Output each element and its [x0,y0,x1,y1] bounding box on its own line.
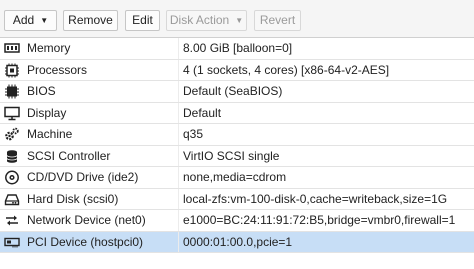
hardware-row-key: Processors [27,62,88,77]
column-divider [178,81,179,102]
revert-button[interactable]: Revert [254,10,301,31]
hardware-row-bios[interactable]: BIOS Default (SeaBIOS) [0,81,474,103]
hardware-row-key: Hard Disk (scsi0) [27,191,119,206]
hardware-row-value: 0000:01:00.0,pcie=1 [183,234,293,249]
pci-card-icon [4,235,20,250]
column-divider [178,145,179,166]
hardware-row-cdrom[interactable]: CD/DVD Drive (ide2) none,media=cdrom [0,167,474,189]
cpu-icon [4,63,20,78]
hardware-row-key: Display [27,105,67,120]
hardware-row-hard-disk[interactable]: Hard Disk (scsi0) local-zfs:vm-100-disk-… [0,188,474,210]
hardware-row-value: e1000=BC:24:11:91:72:B5,bridge=vmbr0,fir… [183,213,456,227]
add-button-label: Add [12,13,35,27]
chevron-down-icon: ▼ [235,16,244,25]
hardware-grid: Memory 8.00 GiB [balloon=0] Processors 4… [0,38,474,253]
hardware-row-pci-device[interactable]: PCI Device (hostpci0) 0000:01:00.0,pcie=… [0,231,474,253]
hardware-row-value: 4 (1 sockets, 4 cores) [x86-64-v2-AES] [183,62,390,77]
hardware-row-memory[interactable]: Memory 8.00 GiB [balloon=0] [0,38,474,60]
hardware-row-key: SCSI Controller [27,148,111,163]
hardware-row-key: Memory [27,41,71,55]
hardware-row-value: VirtIO SCSI single [183,148,280,163]
hardware-row-value: none,media=cdrom [183,170,287,184]
chevron-down-icon: ▼ [40,16,49,25]
add-button[interactable]: Add ▼ [4,10,57,31]
cogs-icon [4,127,20,142]
hardware-row-processors[interactable]: Processors 4 (1 sockets, 4 cores) [x86-6… [0,59,474,81]
toolbar: Add ▼ Remove Edit Disk Action ▼ Revert [0,0,474,38]
disk-action-button[interactable]: Disk Action ▼ [166,10,247,31]
cdrom-icon [4,170,20,185]
disk-action-button-label: Disk Action [169,13,230,27]
column-divider [178,231,179,252]
hardware-row-scsi-controller[interactable]: SCSI Controller VirtIO SCSI single [0,145,474,167]
column-divider [178,102,179,123]
hardware-row-key: Machine [27,127,73,141]
hardware-row-key: Network Device (net0) [27,213,146,227]
database-icon [4,149,20,164]
column-divider [178,38,179,59]
edit-button[interactable]: Edit [125,10,160,31]
hardware-row-key: CD/DVD Drive (ide2) [27,170,139,184]
network-icon [4,213,20,228]
hardware-row-network-device[interactable]: Network Device (net0) e1000=BC:24:11:91:… [0,210,474,232]
chip-icon [4,84,20,99]
monitor-icon [4,106,20,121]
hardware-row-value: Default [183,105,222,120]
hardware-row-value: Default (SeaBIOS) [183,84,283,98]
hardware-row-value: q35 [183,127,204,141]
hardware-row-display[interactable]: Display Default [0,102,474,124]
column-divider [178,210,179,231]
revert-button-label: Revert [259,13,296,27]
remove-button-label: Remove [68,13,113,27]
hardware-row-machine[interactable]: Machine q35 [0,124,474,146]
hardware-row-value: 8.00 GiB [balloon=0] [183,41,293,55]
column-divider [178,167,179,188]
hardware-row-key: PCI Device (hostpci0) [27,234,144,249]
column-divider [178,59,179,80]
hardware-row-value: local-zfs:vm-100-disk-0,cache=writeback,… [183,191,448,206]
column-divider [178,188,179,209]
harddisk-icon [4,192,20,207]
hardware-row-key: BIOS [27,84,56,98]
edit-button-label: Edit [132,13,153,27]
column-divider [178,124,179,145]
memory-icon [4,41,20,56]
remove-button[interactable]: Remove [63,10,118,31]
